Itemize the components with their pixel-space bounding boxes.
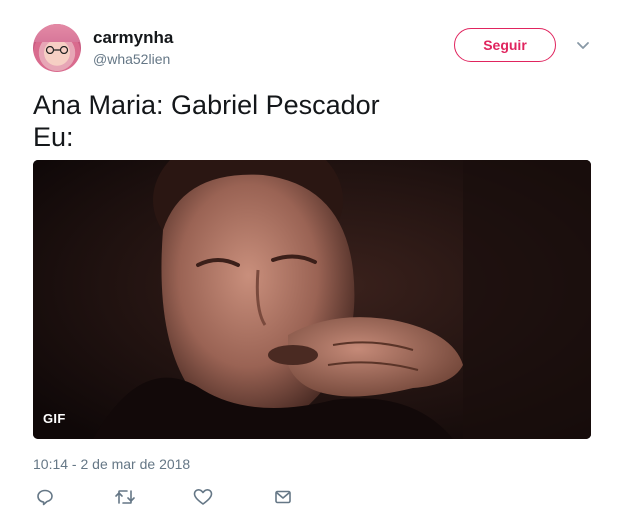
tweet-timestamp[interactable]: 10:14 - 2 de mar de 2018 [33, 456, 190, 472]
gif-badge: GIF [43, 411, 66, 426]
avatar-glasses [45, 46, 69, 54]
like-button[interactable] [191, 486, 215, 508]
follow-button[interactable]: Seguir [454, 28, 556, 62]
like-icon [193, 489, 213, 505]
direct-message-icon [275, 490, 291, 504]
tweet-actions [33, 486, 333, 510]
tweet-media-gif[interactable]: GIF [33, 160, 591, 439]
avatar-hair [33, 24, 81, 42]
reply-button[interactable] [33, 486, 57, 508]
retweet-icon [115, 490, 135, 504]
direct-message-button[interactable] [271, 486, 295, 508]
avatar[interactable] [33, 24, 81, 72]
retweet-button[interactable] [113, 486, 137, 508]
chevron-down-icon[interactable] [575, 40, 591, 52]
gif-frame-image [33, 160, 591, 439]
reply-icon [37, 489, 53, 506]
user-handle[interactable]: @wha52lien [93, 51, 170, 67]
tweet-text: Ana Maria: Gabriel Pescador Eu: [33, 90, 380, 152]
display-name[interactable]: carmynha [93, 28, 173, 48]
